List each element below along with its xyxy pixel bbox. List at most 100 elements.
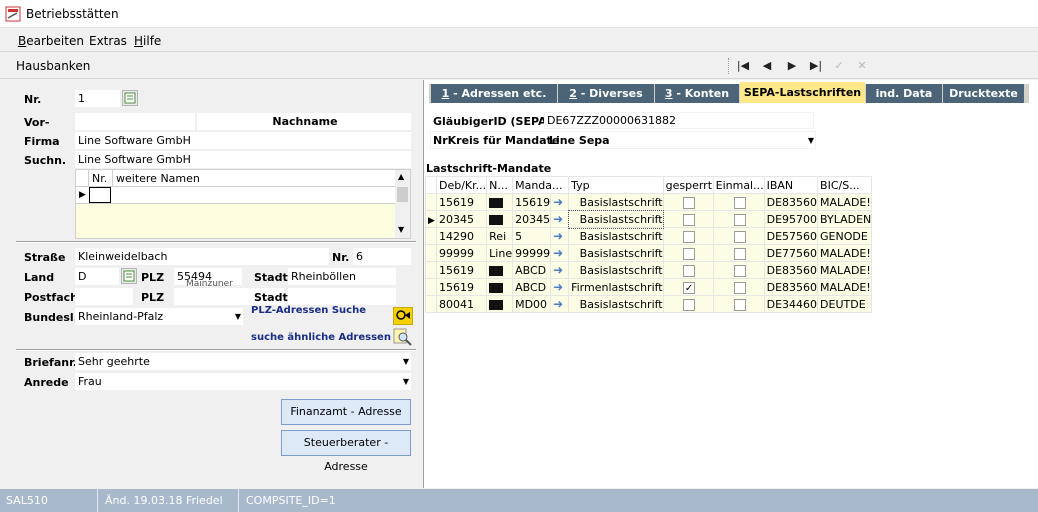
cell-bic[interactable]: BYLADEN — [817, 210, 873, 228]
cell-gesperrt[interactable] — [662, 193, 714, 211]
checkbox[interactable] — [683, 264, 696, 277]
strasse-field[interactable]: Kleinweidelbach — [75, 248, 329, 265]
cell-mandat[interactable]: 99999 — [512, 244, 552, 262]
menu-bearbeiten[interactable]: Bearbeiten — [18, 34, 84, 48]
tab-diverses[interactable]: 2 - Diverses — [558, 84, 654, 103]
row-indicator[interactable] — [425, 193, 437, 211]
cell-mandat[interactable]: 20345 — [512, 210, 552, 228]
col-iban[interactable]: IBAN — [763, 176, 819, 194]
cell-deb[interactable]: 15619 — [435, 193, 488, 211]
cell-typ[interactable]: Basislastschrift — [568, 193, 664, 211]
cell-einmal[interactable] — [712, 278, 765, 296]
land-lookup-icon[interactable] — [121, 268, 137, 284]
mandate-row[interactable]: 99999 Line 99999 ➜ Basislastschrift DE77560 MA… — [425, 244, 873, 262]
chevron-down-icon[interactable]: ▼ — [403, 377, 409, 387]
checkbox[interactable] — [733, 264, 746, 277]
cell-gesperrt[interactable] — [662, 261, 714, 279]
chevron-down-icon[interactable]: ▼ — [235, 312, 241, 322]
nrkreis-select[interactable]: NrKreis für Mandate Line Sepa ▼ — [430, 131, 816, 149]
similar-addresses-link[interactable]: suche ähnliche Adressen — [251, 332, 391, 343]
checkbox[interactable] — [733, 247, 746, 260]
arrow-right-icon[interactable]: ➜ — [553, 281, 563, 293]
mandate-grid[interactable]: Deb/Kr... N... Manda... Typ gesperrt Ein… — [425, 176, 873, 313]
cell-deb[interactable]: 99999 — [435, 244, 488, 262]
cell-typ[interactable]: Basislastschrift — [568, 244, 664, 262]
checkbox[interactable] — [683, 247, 696, 260]
cell-deb[interactable]: 80041 — [435, 295, 488, 313]
cell-iban[interactable]: DE77560 — [763, 244, 819, 262]
post-horn-icon[interactable] — [393, 307, 413, 325]
cell-n[interactable] — [486, 193, 514, 211]
row-indicator[interactable] — [425, 295, 437, 313]
checkbox[interactable] — [683, 196, 696, 209]
tab-sepa-lastschriften[interactable]: SEPA-Lastschriften — [740, 82, 865, 103]
chevron-down-icon[interactable]: ▼ — [403, 357, 409, 367]
briefanrede-select[interactable]: Sehr geehrte ▼ — [75, 353, 411, 370]
checkbox[interactable] — [683, 298, 696, 311]
cell-mandat[interactable]: ABCD — [512, 261, 552, 279]
cell-iban[interactable]: DE34460 — [763, 295, 819, 313]
nr-field[interactable]: 1 — [75, 90, 120, 107]
anrede-select[interactable]: Frau ▼ — [75, 373, 411, 390]
cell-bic[interactable]: DEUTDE — [817, 295, 873, 313]
vorname-field[interactable] — [75, 113, 195, 130]
checkbox[interactable] — [733, 298, 746, 311]
arrow-right-icon[interactable]: ➜ — [553, 298, 563, 310]
mandate-row[interactable]: 15619 15619 ➜ Basislastschrift DE83560 MALADE… — [425, 193, 873, 211]
cell-gesperrt[interactable] — [662, 227, 714, 245]
chevron-down-icon[interactable]: ▼ — [808, 136, 814, 146]
names-grid-row[interactable]: ▶ — [76, 187, 396, 204]
finanzamt-address-button[interactable]: Finanzamt - Adresse — [281, 399, 411, 425]
arrow-right-icon[interactable]: ➜ — [553, 247, 563, 259]
cell-einmal[interactable] — [712, 227, 765, 245]
arrow-right-icon[interactable]: ➜ — [553, 264, 563, 276]
names-grid-edit-cell[interactable] — [89, 187, 111, 203]
additional-names-grid[interactable]: Nr. weitere Namen ▶ ▲ ▼ — [75, 169, 411, 239]
postfach-field[interactable] — [75, 288, 133, 305]
checkbox[interactable] — [683, 213, 696, 226]
cell-typ[interactable]: Basislastschrift — [568, 261, 664, 279]
arrow-right-icon[interactable]: ➜ — [553, 213, 563, 225]
glaeubiger-id-field[interactable]: DE67ZZZ00000631882 — [544, 112, 814, 129]
mandate-row[interactable]: ▶ 20345 20345 ➜ Basislastschrift DE95700 BYLAD… — [425, 209, 873, 229]
col-mandat[interactable]: Manda... — [512, 176, 570, 194]
row-indicator[interactable]: ▶ — [425, 210, 437, 228]
row-indicator[interactable] — [425, 227, 437, 245]
arrow-right-icon[interactable]: ➜ — [553, 196, 563, 208]
stadt-field[interactable]: Rheinböllen — [288, 268, 396, 285]
col-deb[interactable]: Deb/Kr... — [435, 176, 488, 194]
checkbox[interactable]: ✓ — [683, 281, 696, 294]
tab-konten[interactable]: 3 - Konten — [655, 84, 739, 103]
cell-mandat-arrow[interactable]: ➜ — [550, 295, 570, 313]
scroll-up-icon[interactable]: ▲ — [398, 172, 404, 181]
plz-search-link[interactable]: PLZ-Adressen Suche — [251, 305, 366, 316]
magnifier-icon[interactable] — [393, 328, 413, 346]
row-indicator[interactable] — [425, 244, 437, 262]
cell-mandat-arrow[interactable]: ➜ — [550, 261, 570, 279]
postfach-stadt-field[interactable] — [288, 288, 396, 305]
steuerberater-address-button[interactable]: Steuerberater - Adresse — [281, 430, 411, 473]
cell-gesperrt[interactable] — [662, 210, 714, 228]
mandate-row[interactable]: 80041 MD00 ➜ Basislastschrift DE34460 DEUTDE — [425, 295, 873, 313]
cell-typ[interactable]: Basislastschrift — [567, 209, 665, 229]
cell-iban[interactable]: DE83560 — [763, 193, 819, 211]
cell-mandat-arrow[interactable]: ➜ — [550, 210, 570, 228]
cell-iban[interactable]: DE95700 — [763, 210, 819, 228]
cell-mandat-arrow[interactable]: ➜ — [550, 244, 570, 262]
checkbox[interactable] — [733, 230, 746, 243]
cell-deb[interactable]: 15619 — [435, 278, 488, 296]
cell-n[interactable]: Line — [486, 244, 514, 262]
cell-deb[interactable]: 14290 — [435, 227, 488, 245]
menu-extras[interactable]: Extras — [89, 34, 127, 48]
tab-drucktexte[interactable]: Drucktexte — [943, 84, 1024, 103]
cell-gesperrt[interactable] — [662, 295, 714, 313]
col-n[interactable]: N... — [486, 176, 514, 194]
col-gesperrt[interactable]: gesperrt — [662, 176, 714, 194]
nr-lookup-icon[interactable] — [122, 90, 138, 106]
mandate-row[interactable]: 15619 ABCD ➜ Firmenlastschrift ✓ DE83560 MALAD… — [425, 278, 873, 296]
cell-mandat[interactable]: 5 — [512, 227, 552, 245]
arrow-right-icon[interactable]: ➜ — [553, 230, 563, 242]
cell-mandat[interactable]: ABCD — [512, 278, 552, 296]
cell-einmal[interactable] — [712, 295, 765, 313]
land-field[interactable]: D — [75, 268, 119, 285]
